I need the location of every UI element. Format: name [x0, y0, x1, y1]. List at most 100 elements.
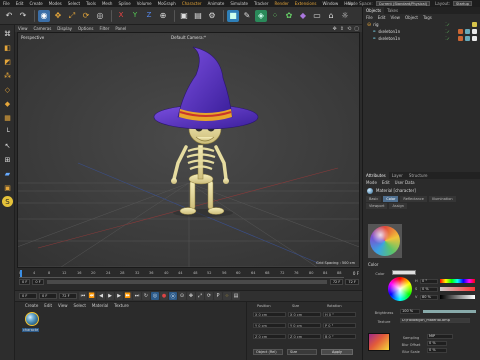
menu-spline[interactable]: Spline — [118, 1, 130, 6]
viewport-menu-options[interactable]: Options — [78, 26, 93, 31]
s-field[interactable]: 0 % — [420, 286, 438, 292]
render-view-icon[interactable]: ▣ — [178, 10, 190, 22]
tag-icon[interactable] — [458, 29, 463, 34]
viewport-menu-display[interactable]: Display — [57, 26, 72, 31]
range-end-field[interactable]: 72 F — [329, 279, 344, 285]
uv-mode-icon[interactable]: ▦ — [2, 112, 13, 123]
solo-icon[interactable]: S — [2, 196, 13, 207]
mograph-icon[interactable]: ✿ — [283, 10, 295, 22]
render-settings-icon[interactable]: ⚙ — [206, 10, 218, 22]
parameter-key-icon[interactable]: P — [214, 292, 222, 300]
next-frame-icon[interactable]: ▶ — [115, 292, 123, 300]
blur-offset-field[interactable]: 0 % — [427, 340, 447, 346]
points-mode-icon[interactable]: ⁂ — [2, 70, 13, 81]
texture-path-field[interactable]: D:\Follow\Jon_material.bmp — [400, 317, 470, 323]
at-menu-edit[interactable]: Edit — [382, 180, 390, 185]
recent-tools-icon[interactable]: ◎ — [94, 10, 106, 22]
menu-modes[interactable]: Modes — [49, 1, 62, 6]
rotate-icon[interactable]: ⟳ — [80, 10, 92, 22]
tab-basic[interactable]: Basic — [366, 196, 382, 202]
point-level-key-icon[interactable]: ⁘ — [223, 292, 231, 300]
min-frame-field[interactable]: 0 F — [39, 293, 57, 299]
menu-tracker[interactable]: Tracker — [254, 1, 268, 6]
om-menu-edit[interactable]: Edit — [378, 15, 386, 20]
texture-thumbnail[interactable] — [368, 333, 390, 351]
enable-axis-icon[interactable]: └ — [2, 126, 13, 137]
record-active-icon[interactable]: ◎ — [151, 292, 159, 300]
mm-menu-texture[interactable]: Texture — [114, 303, 129, 308]
tag-icon[interactable] — [465, 29, 470, 34]
x-axis-icon[interactable]: X — [115, 10, 127, 22]
v-field[interactable]: 80 % — [420, 294, 438, 300]
timeline-icon[interactable]: ▤ — [232, 292, 240, 300]
position-key-icon[interactable]: ✥ — [187, 292, 195, 300]
playhead[interactable] — [20, 270, 22, 277]
menu-create[interactable]: Create — [29, 1, 42, 6]
size-y-field[interactable]: Y 0 cm — [288, 323, 321, 328]
previous-frame-icon[interactable]: ◀ — [97, 292, 105, 300]
subdivision-icon[interactable]: ◈ — [255, 9, 267, 22]
rotation-p-field[interactable]: P 0 ° — [323, 323, 356, 328]
perspective-viewport[interactable]: Perspective Default Camera:* Grid Spacin… — [17, 32, 360, 268]
mm-menu-view[interactable]: View — [58, 303, 68, 308]
menu-animate[interactable]: Animate — [208, 1, 225, 6]
viewport-menu-panel[interactable]: Panel — [115, 26, 126, 31]
size-x-field[interactable]: X 0 cm — [288, 312, 321, 317]
tab-illumination[interactable]: Illumination — [428, 196, 456, 202]
range-start-field-2[interactable]: 0 F — [32, 279, 44, 285]
layout-select[interactable]: Startup — [453, 1, 472, 6]
render-picture-queue-icon[interactable]: ▤ — [192, 10, 204, 22]
material-swatch[interactable] — [25, 312, 39, 326]
s-slider[interactable] — [440, 287, 475, 291]
viewport-menu-view[interactable]: View — [18, 26, 28, 31]
edges-mode-icon[interactable]: ◇ — [2, 84, 13, 95]
light-icon[interactable]: ☼ — [339, 10, 351, 22]
menu-volume[interactable]: Volume — [137, 1, 152, 6]
camera-icon[interactable]: ⌂ — [325, 10, 337, 22]
mm-menu-edit[interactable]: Edit — [44, 303, 52, 308]
viewport-menu-filter[interactable]: Filter — [99, 26, 109, 31]
rotation-b-field[interactable]: B 0 ° — [323, 334, 356, 339]
live-selection-icon[interactable]: ◉ — [38, 9, 50, 22]
at-menu-mode[interactable]: Mode — [366, 180, 377, 185]
h-field[interactable]: 0 ° — [420, 278, 438, 284]
range-end-field-2[interactable]: 72 F — [345, 279, 359, 285]
menu-window[interactable]: Window — [322, 1, 338, 6]
z-axis-icon[interactable]: Z — [143, 10, 155, 22]
tweak-icon[interactable]: ↖ — [2, 140, 13, 151]
scale-key-icon[interactable]: ⤢ — [196, 292, 204, 300]
redo-icon[interactable]: ↷ — [17, 10, 29, 22]
tag-icon[interactable] — [472, 36, 477, 41]
position-z-field[interactable]: Z 0 cm — [253, 334, 286, 339]
coordinate-mode-select[interactable]: Object (Rel) — [253, 349, 283, 355]
tab-reflectance[interactable]: Reflectance — [400, 196, 427, 202]
material-name[interactable]: characte — [22, 328, 40, 332]
menu-simulate[interactable]: Simulate — [230, 1, 248, 6]
snapping-icon[interactable]: ⊞ — [2, 154, 13, 165]
om-menu-file[interactable]: File — [366, 15, 373, 20]
visibility-dots[interactable]: ⁚✓ — [445, 36, 450, 41]
autokey-icon[interactable]: ⦿ — [169, 292, 177, 300]
tag-icon[interactable] — [472, 22, 477, 27]
object-row[interactable]: ⚭ skeleton1n ⁚✓ — [363, 35, 480, 42]
make-editable-icon[interactable]: ⌘ — [2, 28, 13, 39]
go-to-start-icon[interactable]: ⏮ — [79, 292, 87, 300]
mm-menu-select[interactable]: Select — [74, 303, 86, 308]
cube-icon[interactable]: ■ — [227, 9, 239, 22]
tab-takes[interactable]: Takes — [384, 7, 401, 14]
node-space-select[interactable]: Current (Standard/Physical) — [375, 1, 431, 6]
world-coords-icon[interactable]: ⊕ — [157, 10, 169, 22]
undo-icon[interactable]: ↶ — [3, 10, 15, 22]
apply-button[interactable]: Apply — [321, 349, 353, 355]
menu-mograph[interactable]: MoGraph — [158, 1, 176, 6]
maximize-icon[interactable]: ▢ — [354, 26, 359, 32]
viewport-menu-cameras[interactable]: Cameras — [34, 26, 52, 31]
object-row[interactable]: ⚭ skeleton1n ⁚✓ — [363, 28, 480, 35]
visibility-dots[interactable]: ⁚✓ — [445, 22, 450, 27]
position-y-field[interactable]: Y 0 cm — [253, 323, 286, 328]
mm-menu-material[interactable]: Material — [92, 303, 108, 308]
v-slider[interactable] — [440, 295, 475, 299]
tab-layer[interactable]: Layer — [389, 172, 406, 179]
tab-viewport[interactable]: Viewport — [366, 203, 388, 209]
polygons-mode-icon[interactable]: ◆ — [2, 98, 13, 109]
